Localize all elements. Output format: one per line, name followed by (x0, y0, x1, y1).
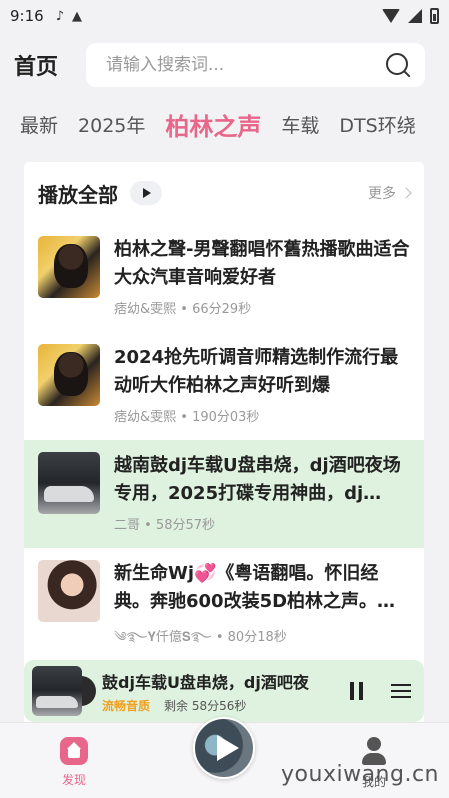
tiktok-icon: ♪ (55, 8, 64, 24)
tab-label: 柏林之声 (165, 112, 262, 141)
section-header: 播放全部 更多 (24, 162, 424, 224)
search-box[interactable] (86, 43, 425, 87)
item-title: 柏林之聲-男聲翻唱怀舊热播歌曲适合大众汽車音响爱好者 (114, 239, 410, 288)
mini-player-info: 鼓dj车载U盘串烧，dj酒吧夜 流畅音质 剩余 58分56秒 (102, 669, 332, 714)
header: 首页 (0, 40, 449, 90)
now-playing-disc-button[interactable] (193, 717, 255, 779)
tab-berlin-sound[interactable]: 柏林之声 (165, 107, 261, 142)
chevron-right-icon (400, 187, 412, 199)
item-text: 2024抢先听调音师精选制作流行最动听大作柏林之声好听到爆 痞幼&雯熙 • 19… (114, 344, 410, 440)
cover-image (38, 452, 100, 514)
home-icon (60, 737, 88, 765)
playlist-card: 播放全部 更多 柏林之聲-男聲翻唱怀舊热播歌曲适合大众汽車音响爱好者 痞幼&雯熙… (24, 162, 424, 722)
list-item-playing[interactable]: 越南鼓dj车载U盘串烧，dj酒吧夜场专用，2025打碟专用神曲，dj… 二哥 •… (24, 440, 424, 548)
playlist-menu-button[interactable] (386, 676, 416, 706)
watermark-text: youxiwang.cn (281, 762, 439, 787)
item-meta: 二哥 • 58分57秒 (114, 518, 216, 533)
tab-dts[interactable]: DTS环绕 (339, 111, 415, 138)
search-icon[interactable] (385, 52, 411, 78)
nav-discover[interactable]: 发现 (52, 737, 96, 788)
status-right (382, 8, 439, 24)
wifi-icon (382, 9, 400, 23)
item-meta: 痞幼&雯熙 • 66分29秒 (114, 302, 252, 317)
nav-discover-label: 发现 (61, 773, 86, 787)
tab-label: DTS环绕 (339, 114, 416, 137)
page-title: 首页 (14, 55, 59, 80)
play-all-button[interactable] (130, 181, 162, 205)
list-item[interactable]: 2024抢先听调音师精选制作流行最动听大作柏林之声好听到爆 痞幼&雯熙 • 19… (24, 332, 424, 440)
tab-latest[interactable]: 最新 (20, 111, 58, 138)
more-label: 更多 (368, 186, 396, 202)
item-meta: ༄࿐𝐘仟億𝐒࿐ • 80分18秒 (114, 630, 287, 645)
search-input[interactable] (106, 55, 385, 75)
signal-icon (408, 9, 422, 23)
a-icon: ▲ (71, 8, 82, 24)
mini-player-sub: 流畅音质 剩余 58分56秒 (102, 697, 332, 714)
status-time: 9:16 (10, 7, 44, 25)
tab-label: 车载 (281, 114, 320, 137)
quality-badge[interactable]: 流畅音质 (102, 697, 150, 714)
mini-player[interactable]: 鼓dj车载U盘串烧，dj酒吧夜 流畅音质 剩余 58分56秒 (24, 660, 424, 722)
remaining-time: 剩余 58分56秒 (164, 698, 247, 713)
mini-player-title: 鼓dj车载U盘串烧，dj酒吧夜 (102, 672, 309, 692)
tab-label: 最新 (20, 114, 59, 137)
cover-image (38, 236, 100, 298)
item-text: 柏林之聲-男聲翻唱怀舊热播歌曲适合大众汽車音响爱好者 痞幼&雯熙 • 66分29… (114, 236, 410, 332)
tab-label: 2025年 (78, 114, 146, 137)
pause-button[interactable] (342, 676, 372, 706)
tab-2025[interactable]: 2025年 (78, 111, 145, 138)
list-item[interactable]: 新生命Wj💞《粤语翻唱。怀旧经典。奔驰600改装5D柏林之声。… ༄࿐𝐘仟億𝐒࿐… (24, 548, 424, 656)
item-text: 越南鼓dj车载U盘串烧，dj酒吧夜场专用，2025打碟专用神曲，dj… 二哥 •… (114, 452, 410, 548)
section-title[interactable]: 播放全部 (38, 179, 118, 208)
cover-image (38, 560, 100, 622)
more-link[interactable]: 更多 (368, 183, 412, 203)
item-title: 2024抢先听调音师精选制作流行最动听大作柏林之声好听到爆 (114, 347, 399, 396)
battery-icon (430, 8, 439, 24)
category-tabs: 最新 2025年 柏林之声 车载 DTS环绕 (0, 98, 449, 150)
item-title: 新生命Wj💞《粤语翻唱。怀旧经典。奔驰600改装5D柏林之声。… (114, 563, 396, 612)
mini-player-cover (32, 666, 82, 716)
item-meta: 痞幼&雯熙 • 190分03秒 (114, 410, 260, 425)
tab-car[interactable]: 车载 (281, 111, 319, 138)
item-title: 越南鼓dj车载U盘串烧，dj酒吧夜场专用，2025打碟专用神曲，dj… (114, 455, 401, 504)
item-text: 新生命Wj💞《粤语翻唱。怀旧经典。奔驰600改装5D柏林之声。… ༄࿐𝐘仟億𝐒࿐… (114, 560, 410, 656)
cover-image (38, 344, 100, 406)
list-item[interactable]: 柏林之聲-男聲翻唱怀舊热播歌曲适合大众汽車音响爱好者 痞幼&雯熙 • 66分29… (24, 224, 424, 332)
status-bar: 9:16 ♪ ▲ (0, 0, 449, 32)
